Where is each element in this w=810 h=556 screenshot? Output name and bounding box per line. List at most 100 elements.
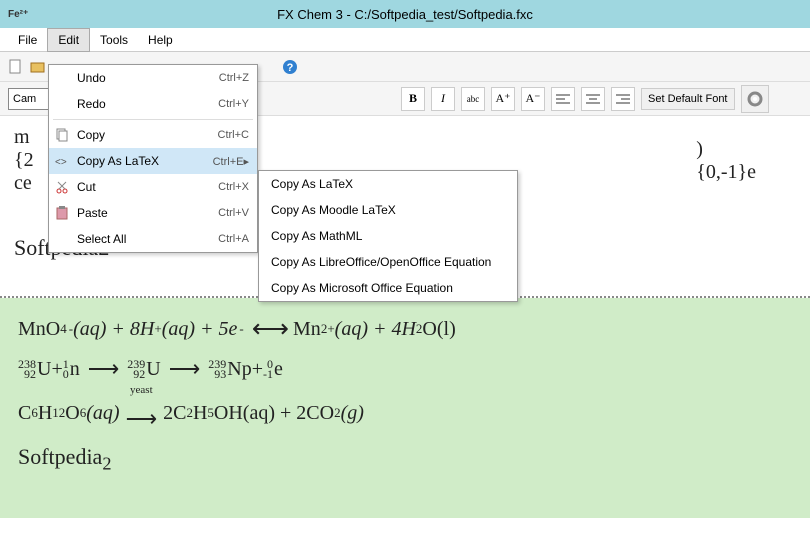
text: ) bbox=[696, 138, 703, 160]
t: U bbox=[37, 358, 51, 381]
t: e bbox=[274, 358, 283, 381]
align-left-button[interactable] bbox=[551, 87, 575, 111]
t: O(l) bbox=[422, 318, 455, 341]
copy-icon bbox=[55, 128, 69, 142]
svg-text:?: ? bbox=[287, 62, 294, 74]
text: ce bbox=[14, 172, 32, 194]
menu-copy-as-latex[interactable]: <> Copy As LaTeX Ctrl+E▸ bbox=[49, 148, 257, 174]
t: H bbox=[38, 402, 52, 425]
separator bbox=[53, 119, 253, 120]
shortcut: Ctrl+Z bbox=[219, 72, 249, 84]
label: Select All bbox=[77, 232, 126, 246]
t: + bbox=[252, 358, 263, 381]
isotope: 23993 bbox=[208, 359, 226, 379]
t: U bbox=[146, 358, 160, 381]
editor-text: m {2 ce bbox=[14, 126, 34, 195]
font-decrease-button[interactable]: A⁻ bbox=[521, 87, 545, 111]
equation-1: MnO4-(aq) + 8H+(aq) + 5e- ⟷ Mn2+(aq) + 4… bbox=[18, 314, 792, 344]
menubar: File Edit Tools Help bbox=[0, 28, 810, 52]
t: Mn bbox=[293, 318, 321, 341]
label: Copy bbox=[77, 128, 105, 142]
t: (aq) + 5e bbox=[162, 318, 238, 341]
label: Redo bbox=[77, 97, 106, 111]
submenu-moodle[interactable]: Copy As Moodle LaTeX bbox=[259, 197, 517, 223]
equilibrium-arrow-icon: ⟷ bbox=[252, 314, 285, 344]
t: MnO bbox=[18, 318, 60, 341]
menu-file[interactable]: File bbox=[8, 29, 47, 51]
preview-pane: MnO4-(aq) + 8H+(aq) + 5e- ⟷ Mn2+(aq) + 4… bbox=[0, 298, 810, 518]
yeast-label: yeast bbox=[130, 384, 153, 396]
shortcut: Ctrl+Y bbox=[218, 98, 249, 110]
window-title: FX Chem 3 - C:/Softpedia_test/Softpedia.… bbox=[277, 7, 533, 22]
shortcut: Ctrl+X bbox=[218, 181, 249, 193]
equation-3: C6H12O6(aq) yeast⟶ 2C2H5OH(aq) + 2CO2(g) bbox=[18, 394, 792, 432]
arrow-icon: ⟶ bbox=[169, 356, 201, 382]
font-increase-button[interactable]: A⁺ bbox=[491, 87, 515, 111]
t: n bbox=[70, 358, 80, 381]
t: Np bbox=[227, 358, 251, 381]
open-icon[interactable] bbox=[30, 59, 46, 75]
label: Cut bbox=[77, 180, 96, 194]
t: C bbox=[18, 402, 31, 425]
submenu-latex[interactable]: Copy As LaTeX bbox=[259, 171, 517, 197]
menu-cut[interactable]: Cut Ctrl+X bbox=[49, 174, 257, 200]
copy-as-submenu: Copy As LaTeX Copy As Moodle LaTeX Copy … bbox=[258, 170, 518, 302]
new-icon[interactable] bbox=[8, 59, 24, 75]
isotope: 10 bbox=[63, 359, 69, 379]
text: {0,-1}e bbox=[696, 161, 756, 183]
label: Copy As LaTeX bbox=[77, 154, 159, 168]
menu-paste[interactable]: Paste Ctrl+V bbox=[49, 200, 257, 226]
label: Paste bbox=[77, 206, 108, 220]
t: (aq) + 8H bbox=[73, 318, 154, 341]
t: OH(aq) + 2CO bbox=[214, 402, 334, 425]
italic-button[interactable]: I bbox=[431, 87, 455, 111]
equation-2: 23892U + 10n ⟶ 23992U ⟶ 23993Np + 0-1e bbox=[18, 356, 792, 382]
edit-dropdown: Undo Ctrl+Z Redo Ctrl+Y Copy Ctrl+C <> Copy … bbox=[48, 64, 258, 253]
font-name: Cam bbox=[13, 93, 36, 105]
menu-copy[interactable]: Copy Ctrl+C bbox=[49, 122, 257, 148]
menu-tools[interactable]: Tools bbox=[90, 29, 138, 51]
underline-button[interactable]: abc bbox=[461, 87, 485, 111]
label: Undo bbox=[77, 71, 106, 85]
submenu-msoffice[interactable]: Copy As Microsoft Office Equation bbox=[259, 275, 517, 301]
titlebar: Fe²⁺ FX Chem 3 - C:/Softpedia_test/Softp… bbox=[0, 0, 810, 28]
submenu-libreoffice[interactable]: Copy As LibreOffice/OpenOffice Equation bbox=[259, 249, 517, 275]
bold-button[interactable]: B bbox=[401, 87, 425, 111]
t: 2C bbox=[163, 402, 186, 425]
content-area: UndoCtrl+Z RedoCtrl+Y CopyCtrl+C <>Copy … bbox=[0, 116, 810, 518]
t: (g) bbox=[341, 402, 364, 425]
cut-icon bbox=[55, 180, 69, 194]
menu-redo[interactable]: Redo Ctrl+Y bbox=[49, 91, 257, 117]
app-icon: Fe²⁺ bbox=[8, 9, 28, 20]
align-right-button[interactable] bbox=[611, 87, 635, 111]
arrow-icon: ⟶ bbox=[88, 356, 120, 382]
text: m bbox=[14, 126, 30, 148]
text: {2 bbox=[14, 149, 34, 171]
submenu-mathml[interactable]: Copy As MathML bbox=[259, 223, 517, 249]
menu-help[interactable]: Help bbox=[138, 29, 183, 51]
code-icon: <> bbox=[55, 154, 69, 168]
menu-select-all[interactable]: Select All Ctrl+A bbox=[49, 226, 257, 252]
t: H bbox=[193, 402, 207, 425]
isotope: 23892 bbox=[18, 359, 36, 379]
isotope: 23992 bbox=[127, 359, 145, 379]
t: (aq) bbox=[86, 402, 119, 425]
arrow-icon: ⟶ bbox=[126, 406, 158, 432]
editor-text-right: ) {0,-1}e bbox=[696, 138, 796, 184]
t: (aq) + 4H bbox=[335, 318, 416, 341]
t: O bbox=[65, 402, 79, 425]
shortcut: Ctrl+V bbox=[218, 207, 249, 219]
paste-icon bbox=[55, 206, 69, 220]
settings-button[interactable] bbox=[741, 85, 769, 113]
set-default-font-button[interactable]: Set Default Font bbox=[641, 88, 735, 110]
menu-edit[interactable]: Edit bbox=[47, 28, 90, 52]
shortcut: Ctrl+C bbox=[218, 129, 249, 141]
svg-text:<>: <> bbox=[55, 157, 67, 168]
t: + bbox=[51, 358, 62, 381]
preview-softpedia: Softpedia2 bbox=[18, 444, 792, 474]
shortcut: Ctrl+E▸ bbox=[213, 155, 249, 168]
menu-undo[interactable]: Undo Ctrl+Z bbox=[49, 65, 257, 91]
shortcut: Ctrl+A bbox=[218, 233, 249, 245]
help-icon[interactable]: ? bbox=[282, 59, 298, 75]
align-center-button[interactable] bbox=[581, 87, 605, 111]
